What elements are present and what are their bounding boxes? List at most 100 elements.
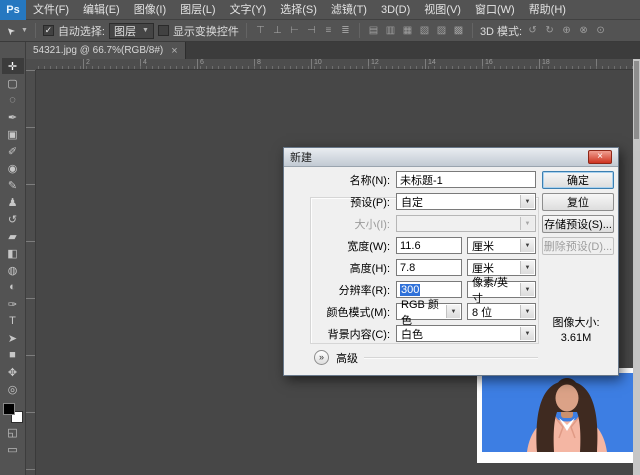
menu-select[interactable]: 选择(S) — [273, 0, 324, 20]
distribute-bottom-icon[interactable]: ▦ — [401, 25, 414, 36]
ruler-number: 4 — [143, 59, 147, 66]
healing-brush-tool[interactable]: ◉ — [2, 160, 24, 176]
zoom-tool[interactable]: ◎ — [2, 381, 24, 397]
options-separator — [246, 23, 247, 38]
gradient-tool[interactable]: ◧ — [2, 245, 24, 261]
height-input[interactable]: 7.8 — [396, 259, 462, 276]
show-transform-checkbox[interactable] — [158, 25, 169, 36]
quick-selection-tool[interactable]: ✒ — [2, 109, 24, 125]
3d-roll-icon[interactable]: ↻ — [543, 25, 556, 36]
clone-stamp-tool[interactable]: ♟ — [2, 194, 24, 210]
chevron-down-icon: ▼ — [520, 305, 534, 318]
close-icon[interactable]: × — [171, 45, 177, 57]
menu-image[interactable]: 图像(I) — [127, 0, 173, 20]
resolution-label: 分辨率(R): — [286, 281, 390, 298]
distribute-middle-icon[interactable]: ▥ — [384, 25, 397, 36]
menu-filter[interactable]: 滤镜(T) — [324, 0, 374, 20]
vertical-ruler[interactable] — [26, 70, 36, 475]
name-input[interactable]: 未标题-1 — [396, 171, 536, 188]
ruler-number: 8 — [257, 59, 261, 66]
advanced-expand-button[interactable]: » — [314, 350, 329, 365]
align-right-edges-icon[interactable]: ⊣ — [305, 25, 318, 36]
ruler-number: 12 — [371, 59, 379, 66]
move-tool[interactable]: ✛ — [2, 58, 24, 74]
ruler-number: 6 — [200, 59, 204, 66]
menu-type[interactable]: 文字(Y) — [223, 0, 274, 20]
close-icon[interactable]: × — [588, 150, 612, 164]
distribute-top-icon[interactable]: ▤ — [367, 25, 380, 36]
bit-depth-dropdown[interactable]: 8 位 ▼ — [467, 303, 536, 320]
dialog-title-bar[interactable]: 新建 × — [284, 148, 618, 167]
pen-tool[interactable]: ✑ — [2, 296, 24, 312]
menu-help[interactable]: 帮助(H) — [522, 0, 573, 20]
distribute-right-icon[interactable]: ▩ — [452, 25, 465, 36]
horizontal-ruler[interactable]: 0 2 4 6 8 10 12 14 16 18 — [26, 59, 633, 70]
tool-preset-caret-icon[interactable]: ▼ — [21, 27, 28, 34]
color-mode-dropdown[interactable]: RGB 颜色 ▼ — [396, 303, 462, 320]
hand-tool[interactable]: ✥ — [2, 364, 24, 380]
foreground-color-swatch[interactable] — [3, 403, 15, 415]
type-tool[interactable]: T — [2, 313, 24, 329]
align-middle-icon[interactable]: ≣ — [339, 25, 352, 36]
width-input[interactable]: 11.6 — [396, 237, 462, 254]
align-left-edges-icon[interactable]: ⊢ — [288, 25, 301, 36]
resolution-value-selected: 300 — [400, 284, 420, 296]
lasso-tool[interactable]: ◌ — [2, 92, 24, 108]
menu-3d[interactable]: 3D(D) — [374, 0, 417, 20]
show-transform-label: 显示变换控件 — [173, 23, 239, 39]
3d-rotate-icon[interactable]: ↺ — [526, 25, 539, 36]
preset-label: 预设(P): — [286, 193, 390, 210]
chevron-down-icon: ▼ — [520, 239, 534, 252]
shape-tool[interactable]: ■ — [2, 347, 24, 363]
eraser-tool[interactable]: ▰ — [2, 228, 24, 244]
color-swatches[interactable] — [3, 403, 23, 423]
options-separator — [359, 23, 360, 38]
path-selection-tool[interactable]: ➤ — [2, 330, 24, 346]
brush-tool[interactable]: ✎ — [2, 177, 24, 193]
crop-tool[interactable]: ▣ — [2, 126, 24, 142]
3d-scale-icon[interactable]: ⊙ — [594, 25, 607, 36]
rectangular-marquee-tool[interactable]: ▢ — [2, 75, 24, 91]
menu-file[interactable]: 文件(F) — [26, 0, 76, 20]
eyedropper-tool[interactable]: ✐ — [2, 143, 24, 159]
preset-dropdown[interactable]: 自定 ▼ — [396, 193, 536, 210]
dodge-tool[interactable]: ◐ — [2, 279, 24, 295]
distribute-center-icon[interactable]: ▨ — [435, 25, 448, 36]
ruler-number: 18 — [542, 59, 550, 66]
resolution-unit-dropdown[interactable]: 像素/英寸 ▼ — [467, 281, 536, 298]
auto-select-dropdown[interactable]: 图层 ▼ — [109, 23, 154, 39]
vertical-scrollbar[interactable] — [633, 59, 640, 475]
color-mode-value: RGB 颜色 — [401, 296, 443, 328]
menu-layer[interactable]: 图层(L) — [173, 0, 222, 20]
menu-window[interactable]: 窗口(W) — [468, 0, 522, 20]
menu-edit[interactable]: 编辑(E) — [76, 0, 127, 20]
width-unit-dropdown[interactable]: 厘米 ▼ — [467, 237, 536, 254]
menu-view[interactable]: 视图(V) — [417, 0, 468, 20]
document-tab-bar: 54321.jpg @ 66.7%(RGB/8#) × — [26, 42, 640, 59]
photoshop-logo-icon: Ps — [0, 0, 26, 20]
name-value: 未标题-1 — [400, 172, 443, 188]
3d-slide-icon[interactable]: ⊗ — [577, 25, 590, 36]
move-tool-icon[interactable]: ➤ — [3, 22, 19, 38]
blur-tool[interactable]: ◍ — [2, 262, 24, 278]
align-top-edges-icon[interactable]: ⊤ — [254, 25, 267, 36]
ok-button[interactable]: 确定 — [542, 171, 614, 189]
quick-mask-button[interactable]: ◱ — [2, 424, 24, 440]
auto-select-checkbox[interactable]: ✓ — [43, 25, 54, 36]
tools-panel: ✛ ▢ ◌ ✒ ▣ ✐ ◉ ✎ ♟ ↺ ▰ ◧ ◍ ◐ ✑ T ➤ ■ ✥ ◎ … — [0, 42, 26, 475]
scrollbar-thumb[interactable] — [634, 61, 639, 139]
distribute-left-icon[interactable]: ▧ — [418, 25, 431, 36]
chevron-down-icon: ▼ — [520, 195, 534, 208]
auto-select-label: 自动选择: — [58, 23, 105, 39]
screen-mode-button[interactable]: ▭ — [2, 441, 24, 457]
history-brush-tool[interactable]: ↺ — [2, 211, 24, 227]
document-tab[interactable]: 54321.jpg @ 66.7%(RGB/8#) × — [26, 42, 186, 59]
options-separator — [35, 23, 36, 38]
3d-drag-icon[interactable]: ⊕ — [560, 25, 573, 36]
save-preset-button[interactable]: 存储预设(S)... — [542, 215, 614, 233]
align-bottom-edges-icon[interactable]: ⊥ — [271, 25, 284, 36]
align-center-icon[interactable]: ≡ — [322, 25, 335, 36]
background-contents-dropdown[interactable]: 白色 ▼ — [396, 325, 536, 342]
delete-preset-button: 删除预设(D)... — [542, 237, 614, 255]
reset-button[interactable]: 复位 — [542, 193, 614, 211]
